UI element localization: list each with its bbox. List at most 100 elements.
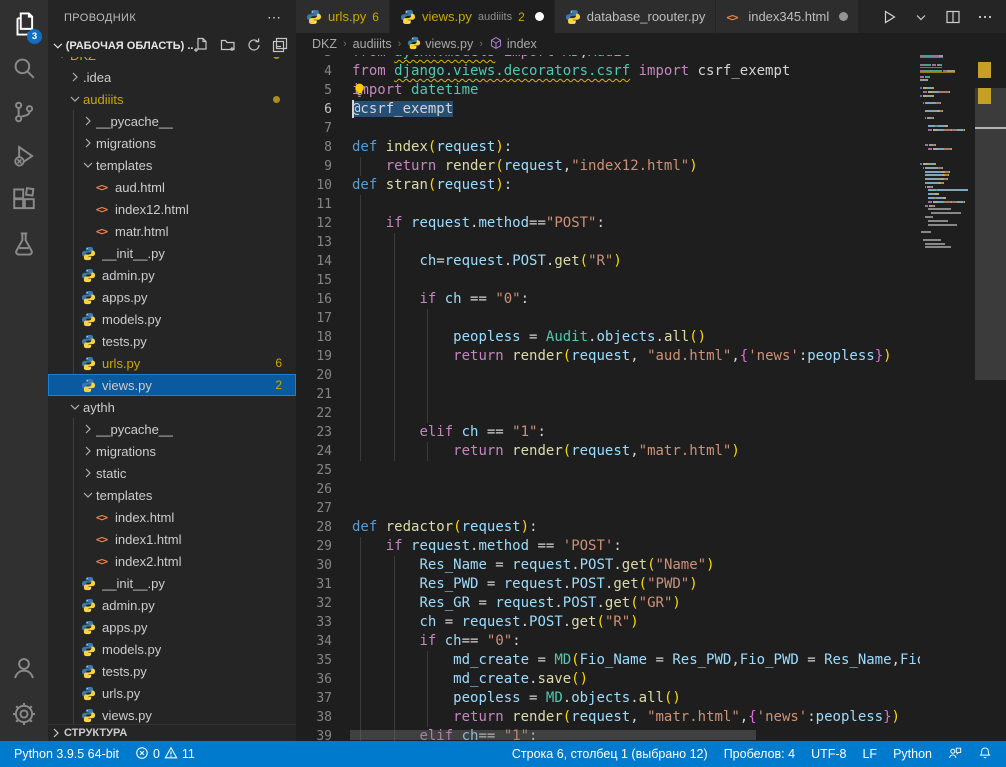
line-number[interactable]: 28 — [296, 518, 332, 537]
line-number[interactable]: 29 — [296, 537, 332, 556]
line-number[interactable]: 16 — [296, 290, 332, 309]
code-line-3[interactable]: 3from aythh.models import MD,Audit — [296, 55, 920, 62]
line-number[interactable]: 22 — [296, 404, 332, 423]
code-line-17[interactable]: 17 — [296, 309, 920, 328]
code-line-9[interactable]: 9 return render(request,"index12.html") — [296, 157, 920, 176]
line-number[interactable]: 20 — [296, 366, 332, 385]
collapse-all-icon[interactable] — [272, 37, 290, 55]
tree-item-tests-py[interactable]: tests.py — [48, 660, 296, 682]
line-number[interactable]: 30 — [296, 556, 332, 575]
dirty-indicator[interactable] — [535, 12, 544, 21]
status-feedback[interactable] — [940, 741, 970, 767]
tree-item-views-py[interactable]: views.py2 — [48, 374, 296, 396]
split-editor[interactable] — [944, 8, 962, 26]
tree-item-index1-html[interactable]: <>index1.html — [48, 528, 296, 550]
lightbulb-icon[interactable] — [351, 82, 368, 99]
code-line-23[interactable]: 23 elif ch == "1": — [296, 423, 920, 442]
tree-item-audiiits[interactable]: audiiits — [48, 88, 296, 110]
line-number[interactable]: 19 — [296, 347, 332, 366]
line-number[interactable]: 24 — [296, 442, 332, 461]
line-number[interactable]: 35 — [296, 651, 332, 670]
tree-item-models-py[interactable]: models.py — [48, 308, 296, 330]
line-number[interactable]: 11 — [296, 195, 332, 214]
dirty-indicator[interactable] — [839, 12, 848, 21]
line-number[interactable]: 4 — [296, 62, 332, 81]
code-line-22[interactable]: 22 — [296, 404, 920, 423]
tree-item-static[interactable]: static — [48, 462, 296, 484]
code-line-31[interactable]: 31 Res_PWD = request.POST.get("PWD") — [296, 575, 920, 594]
line-number[interactable]: 5 — [296, 81, 332, 100]
code-line-5[interactable]: 5import datetime — [296, 81, 920, 100]
code-line-30[interactable]: 30 Res_Name = request.POST.get("Name") — [296, 556, 920, 575]
refresh-icon[interactable] — [246, 37, 264, 55]
status-indentation[interactable]: Пробелов: 4 — [716, 741, 803, 767]
code-line-29[interactable]: 29 if request.method == 'POST': — [296, 537, 920, 556]
tab-database-roouter-py[interactable]: database_roouter.py — [555, 0, 717, 33]
new-folder-icon[interactable] — [220, 37, 238, 55]
tree-item-templates[interactable]: templates — [48, 484, 296, 506]
code-line-21[interactable]: 21 — [296, 385, 920, 404]
tree-item-tests-py[interactable]: tests.py — [48, 330, 296, 352]
breadcrumb-item-audiiits[interactable]: audiiits — [353, 37, 392, 51]
tree-item--init-py[interactable]: __init__.py — [48, 572, 296, 594]
line-number[interactable]: 25 — [296, 461, 332, 480]
code-line-33[interactable]: 33 ch = request.POST.get("R") — [296, 613, 920, 632]
run-dropdown[interactable] — [912, 8, 930, 26]
line-number[interactable]: 38 — [296, 708, 332, 727]
code-line-34[interactable]: 34 if ch== "0": — [296, 632, 920, 651]
line-number[interactable]: 23 — [296, 423, 332, 442]
line-number[interactable]: 3 — [296, 55, 332, 62]
line-number[interactable]: 6 — [296, 100, 332, 119]
code-line-7[interactable]: 7 — [296, 119, 920, 138]
activitybar-explorer[interactable]: 3 — [0, 4, 48, 48]
tree-item-matr-html[interactable]: <>matr.html — [48, 220, 296, 242]
line-number[interactable]: 7 — [296, 119, 332, 138]
breadcrumb-item-index[interactable]: index — [489, 36, 537, 53]
line-number[interactable]: 15 — [296, 271, 332, 290]
vertical-scrollbar[interactable] — [975, 88, 1006, 380]
line-number[interactable]: 31 — [296, 575, 332, 594]
code-line-25[interactable]: 25 — [296, 461, 920, 480]
code-line-24[interactable]: 24 return render(request,"matr.html") — [296, 442, 920, 461]
tree-item-index2-html[interactable]: <>index2.html — [48, 550, 296, 572]
tree-item-apps-py[interactable]: apps.py — [48, 286, 296, 308]
activitybar-source-control[interactable] — [0, 92, 48, 136]
code-editor[interactable]: 3from aythh.models import MD,Audit4from … — [296, 55, 1006, 741]
new-file-icon[interactable] — [194, 37, 212, 55]
code-line-28[interactable]: 28def redactor(request): — [296, 518, 920, 537]
tree-item-index12-html[interactable]: <>index12.html — [48, 198, 296, 220]
status-problems[interactable]: 011 — [127, 741, 203, 767]
tree-item-aythh[interactable]: aythh — [48, 396, 296, 418]
line-number[interactable]: 9 — [296, 157, 332, 176]
sidebar-more-icon[interactable]: ⋯ — [267, 9, 282, 26]
code-line-38[interactable]: 38 return render(request, "matr.html",{'… — [296, 708, 920, 727]
activitybar-testing[interactable] — [0, 224, 48, 268]
status-language-mode[interactable]: Python — [885, 741, 940, 767]
code-line-14[interactable]: 14 ch=request.POST.get("R") — [296, 252, 920, 271]
code-line-18[interactable]: 18 peopless = Audit.objects.all() — [296, 328, 920, 347]
horizontal-scrollbar[interactable] — [350, 730, 756, 740]
tree-item--pycache-[interactable]: __pycache__ — [48, 110, 296, 132]
line-number[interactable]: 33 — [296, 613, 332, 632]
line-number[interactable]: 27 — [296, 499, 332, 518]
line-number[interactable]: 36 — [296, 670, 332, 689]
tree-item-index-html[interactable]: <>index.html — [48, 506, 296, 528]
tree-item--pycache-[interactable]: __pycache__ — [48, 418, 296, 440]
code-line-11[interactable]: 11 — [296, 195, 920, 214]
tree-item-admin-py[interactable]: admin.py — [48, 264, 296, 286]
status-cursor-position[interactable]: Строка 6, столбец 1 (выбрано 12) — [504, 741, 716, 767]
activitybar-run-debug[interactable] — [0, 136, 48, 180]
tab-index345-html[interactable]: <>index345.html — [716, 0, 859, 33]
activitybar-account[interactable] — [0, 648, 48, 692]
tree-item--idea[interactable]: .idea — [48, 66, 296, 88]
status-notifications[interactable] — [970, 741, 1000, 767]
tree-item-urls-py[interactable]: urls.py — [48, 682, 296, 704]
code-line-12[interactable]: 12 if request.method=="POST": — [296, 214, 920, 233]
line-number[interactable]: 17 — [296, 309, 332, 328]
status-python-interpreter[interactable]: Python 3.9.5 64-bit — [6, 741, 127, 767]
code-line-10[interactable]: 10def stran(request): — [296, 176, 920, 195]
code-line-8[interactable]: 8def index(request): — [296, 138, 920, 157]
more-actions[interactable] — [976, 8, 994, 26]
tree-item-migrations[interactable]: migrations — [48, 132, 296, 154]
line-number[interactable]: 21 — [296, 385, 332, 404]
